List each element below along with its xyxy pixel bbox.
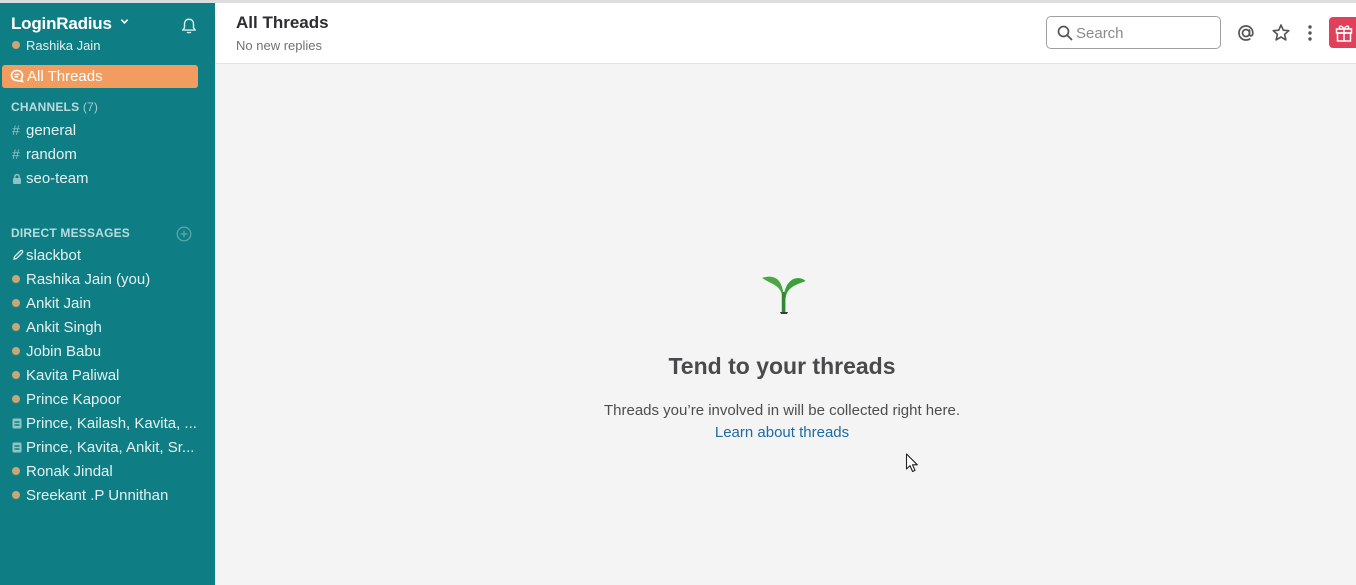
page-subtitle: No new replies bbox=[236, 38, 322, 53]
dm-label: Jobin Babu bbox=[26, 343, 102, 360]
sidebar: LoginRadius Rashika Jain All Threads CHA… bbox=[0, 3, 215, 585]
channel-label: seo-team bbox=[26, 170, 89, 187]
presence-dot bbox=[12, 371, 20, 379]
search-input[interactable] bbox=[1076, 23, 1216, 43]
sidebar-item-random[interactable]: # random bbox=[12, 146, 207, 163]
dm-label: Rashika Jain (you) bbox=[26, 271, 151, 288]
dm-label: Prince Kapoor bbox=[26, 391, 122, 408]
bell-icon[interactable] bbox=[180, 17, 198, 35]
presence-dot bbox=[12, 347, 20, 355]
dm-label: Ronak Jindal bbox=[26, 463, 113, 480]
sidebar-item-all-threads[interactable]: All Threads bbox=[2, 65, 198, 88]
pencil-icon bbox=[12, 247, 26, 263]
current-user[interactable]: Rashika Jain bbox=[12, 38, 100, 53]
gift-icon bbox=[1335, 25, 1353, 42]
presence-dot bbox=[12, 299, 20, 307]
dm-label: Sreekant .P Unnithan bbox=[26, 487, 169, 504]
team-menu[interactable]: LoginRadius bbox=[11, 14, 129, 34]
dm-kavita-paliwal[interactable]: Kavita Paliwal bbox=[12, 367, 207, 384]
search-icon bbox=[1057, 25, 1073, 41]
search-box[interactable] bbox=[1046, 16, 1221, 49]
sidebar-item-seo-team[interactable]: seo-team bbox=[12, 170, 207, 187]
dm-title[interactable]: DIRECT MESSAGES bbox=[11, 226, 130, 240]
direct-messages-header[interactable]: DIRECT MESSAGES bbox=[11, 226, 130, 240]
all-threads-label: All Threads bbox=[27, 68, 103, 85]
channel-header: All Threads No new replies bbox=[215, 3, 1356, 64]
dm-label: Prince, Kailash, Kavita, ... bbox=[26, 415, 197, 432]
empty-state-description: Threads you’re involved in will be colle… bbox=[603, 402, 960, 419]
gift-button[interactable] bbox=[1329, 17, 1356, 48]
mouse-cursor-icon bbox=[905, 453, 918, 473]
channel-label: random bbox=[26, 146, 77, 163]
dm-ankit-jain[interactable]: Ankit Jain bbox=[12, 295, 207, 312]
hash-icon: # bbox=[12, 146, 20, 162]
threads-icon bbox=[10, 69, 24, 83]
dm-group-prince-kavita[interactable]: Prince, Kavita, Ankit, Sr... bbox=[12, 439, 207, 456]
dm-prince-kapoor[interactable]: Prince Kapoor bbox=[12, 391, 207, 408]
presence-dot bbox=[12, 41, 20, 49]
add-circle-icon[interactable] bbox=[176, 226, 192, 242]
sidebar-item-general[interactable]: # general bbox=[12, 122, 207, 139]
empty-state-title: Tend to your threads bbox=[668, 353, 896, 379]
presence-dot bbox=[12, 275, 20, 283]
at-icon[interactable] bbox=[1235, 22, 1257, 44]
channels-count: (7) bbox=[82, 100, 99, 114]
presence-dot bbox=[12, 491, 20, 499]
dm-sreekant-unnithan[interactable]: Sreekant .P Unnithan bbox=[12, 487, 207, 504]
dm-label: Ankit Singh bbox=[26, 319, 102, 336]
learn-about-threads-link[interactable]: Learn about threads bbox=[715, 424, 849, 441]
sprout-icon bbox=[762, 276, 806, 314]
user-name: Rashika Jain bbox=[26, 38, 101, 53]
lock-icon bbox=[12, 170, 26, 186]
page-title: All Threads bbox=[236, 13, 329, 32]
channel-label: general bbox=[26, 122, 77, 139]
dm-ronak-jindal[interactable]: Ronak Jindal bbox=[12, 463, 207, 480]
dm-rashika-jain[interactable]: Rashika Jain (you) bbox=[12, 271, 207, 288]
team-name[interactable]: LoginRadius bbox=[11, 14, 112, 34]
more-vertical-icon[interactable] bbox=[1299, 22, 1321, 44]
dm-group-prince-kailash[interactable]: Prince, Kailash, Kavita, ... bbox=[12, 415, 207, 432]
chevron-down-icon[interactable] bbox=[120, 17, 129, 26]
threads-empty-state: Tend to your threads Threads you’re invo… bbox=[215, 64, 1356, 585]
presence-dot bbox=[12, 467, 20, 475]
dm-label: Prince, Kavita, Ankit, Sr... bbox=[26, 439, 195, 456]
presence-dot bbox=[12, 323, 20, 331]
star-icon[interactable] bbox=[1270, 22, 1292, 44]
group-icon bbox=[12, 439, 26, 455]
dm-jobin-babu[interactable]: Jobin Babu bbox=[12, 343, 207, 360]
dm-label: slackbot bbox=[26, 247, 82, 264]
dm-ankit-singh[interactable]: Ankit Singh bbox=[12, 319, 207, 336]
presence-dot bbox=[12, 395, 20, 403]
dm-label: Kavita Paliwal bbox=[26, 367, 120, 384]
dm-label: Ankit Jain bbox=[26, 295, 92, 312]
dm-slackbot[interactable]: slackbot bbox=[12, 247, 207, 264]
channels-title[interactable]: CHANNELS bbox=[11, 100, 79, 114]
group-icon bbox=[12, 415, 26, 431]
hash-icon: # bbox=[12, 122, 20, 138]
channels-header[interactable]: CHANNELS (7) bbox=[11, 100, 98, 114]
